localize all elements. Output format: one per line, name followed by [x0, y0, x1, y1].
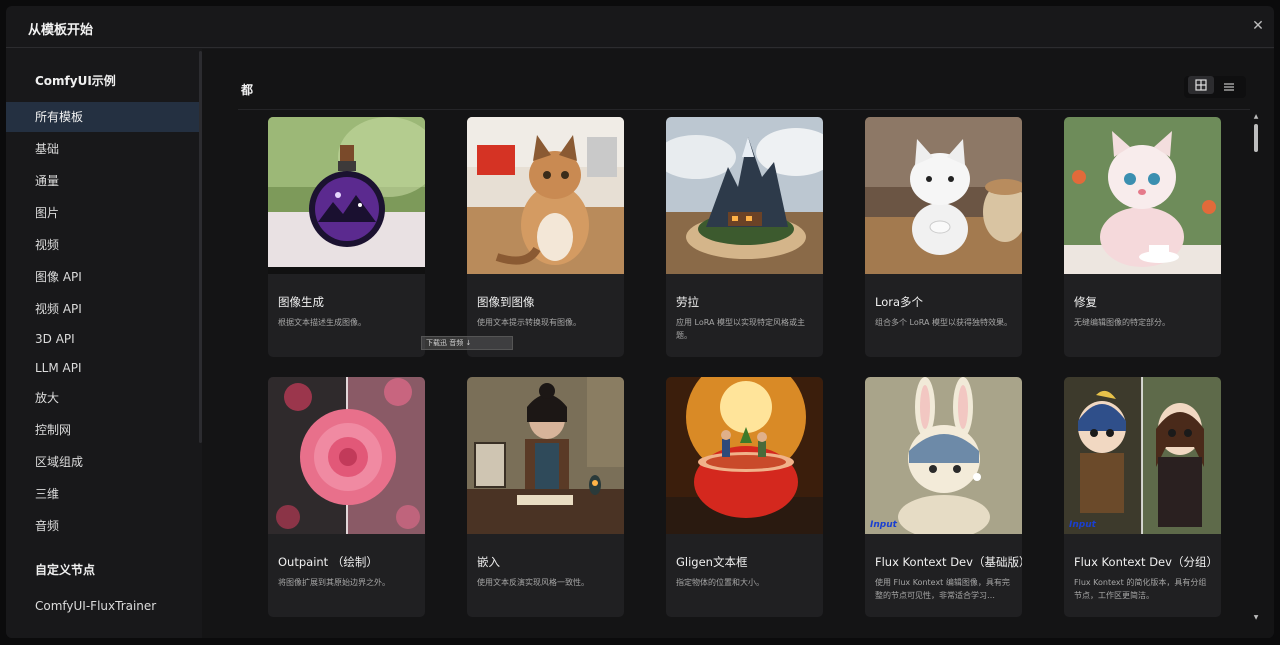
template-card-title: 劳拉 — [676, 295, 699, 309]
sidebar-section-examples: ComfyUI示例 — [35, 74, 116, 88]
template-card-description: 使用文本提示转换现有图像。 — [477, 318, 581, 327]
template-card[interactable]: 修复无缝编辑图像的特定部分。 — [1064, 117, 1221, 357]
template-card[interactable]: Input Flux Kontext Dev（分组） Flux Kontext 的简… — [1064, 377, 1221, 617]
watermark-overlay: 下载迅 音频 ↓ — [421, 336, 513, 350]
template-card-description: 组合多个 LoRA 模型以获得独特效果。 — [875, 318, 1013, 327]
template-card-title: 图像到图像 — [477, 295, 535, 309]
template-card-title: Flux Kontext Dev（基础版） — [875, 555, 1022, 569]
list-icon — [1224, 83, 1234, 91]
dialog-header: 从模板开始 ✕ — [6, 6, 1274, 48]
main-panel: 都 图像生成 根据文本描述生成图像。 图像到图像 使用文本提示转换现有图像。 劳拉 应用 … — [202, 49, 1274, 638]
category-title: 都 — [241, 83, 254, 97]
sidebar-item[interactable]: 图片 — [6, 198, 199, 228]
main-divider — [238, 109, 1250, 110]
template-thumbnail — [666, 117, 823, 274]
sidebar-item[interactable]: 放大 — [6, 383, 199, 413]
template-thumbnail — [268, 377, 425, 534]
main-scrollbar[interactable]: ▲ ▼ — [1252, 114, 1260, 622]
view-toggle — [1184, 76, 1246, 98]
template-thumbnail — [666, 377, 823, 534]
template-card-description: 使用文本反演实现风格一致性。 — [477, 578, 589, 587]
svg-text:Input: Input — [870, 520, 898, 530]
template-card-description: 无缝编辑图像的特定部分。 — [1074, 318, 1170, 327]
template-card[interactable]: 图像生成根据文本描述生成图像。 — [268, 117, 425, 357]
sidebar-item[interactable]: 区域组成 — [6, 447, 199, 477]
template-thumbnail — [467, 377, 624, 534]
scrollbar-thumb[interactable] — [1254, 124, 1258, 152]
sidebar-section-custom-nodes: 自定义节点 — [35, 563, 96, 577]
template-card-title: Lora多个 — [875, 295, 924, 309]
dialog-title: 从模板开始 — [28, 23, 94, 38]
template-card-description: 使用 Flux Kontext 编辑图像，具有完整的节点可见性，非常适合学习… — [875, 578, 1010, 600]
template-card-title: 图像生成 — [278, 295, 324, 309]
scroll-down-arrow-icon[interactable]: ▼ — [1252, 615, 1260, 621]
sidebar-item[interactable]: 通量 — [6, 166, 199, 196]
sidebar-item[interactable]: 音频 — [6, 511, 199, 541]
template-card-title: 修复 — [1074, 295, 1097, 309]
sidebar-item[interactable]: 三维 — [6, 479, 199, 509]
sidebar: ComfyUI示例 所有模板 基础 通量 图片 视频 图像 API 视频 API 3D API… — [6, 49, 202, 638]
svg-text:Input: Input — [1069, 520, 1097, 530]
template-thumbnail — [268, 117, 425, 274]
sidebar-item-comfyui-fluxtrainer[interactable]: ComfyUI-FluxTrainer — [6, 591, 199, 621]
grid-view-button[interactable] — [1188, 76, 1214, 94]
template-card-title: Flux Kontext Dev（分组） — [1074, 555, 1218, 569]
template-card-title: 嵌入 — [477, 555, 500, 569]
sidebar-item[interactable]: 所有模板 — [6, 102, 199, 132]
sidebar-item[interactable]: 控制网 — [6, 415, 199, 445]
template-card-description: 根据文本描述生成图像。 — [278, 318, 366, 327]
template-card-description: Flux Kontext 的简化版本，具有分组节点，工作区更简洁。 — [1074, 578, 1207, 600]
template-card-description: 应用 LoRA 模型以实现特定风格或主题。 — [676, 318, 806, 340]
template-card[interactable]: Gligen文本框指定物体的位置和大小。 — [666, 377, 823, 617]
template-card-description: 将图像扩展到其原始边界之外。 — [278, 578, 390, 587]
template-thumbnail — [467, 117, 624, 274]
template-card-title: Gligen文本框 — [676, 555, 748, 569]
template-card[interactable]: 劳拉应用 LoRA 模型以实现特定风格或主题。 — [666, 117, 823, 357]
template-thumbnail — [1064, 117, 1221, 274]
list-view-button[interactable] — [1216, 78, 1242, 96]
sidebar-item[interactable]: 视频 API — [6, 294, 199, 324]
grid-icon — [1195, 79, 1207, 91]
template-card[interactable]: 图像到图像使用文本提示转换现有图像。 — [467, 117, 624, 357]
template-card[interactable]: Lora多个组合多个 LoRA 模型以获得独特效果。 — [865, 117, 1022, 357]
template-thumbnail: Input — [865, 377, 1022, 534]
sidebar-item[interactable]: 基础 — [6, 134, 199, 164]
sidebar-item[interactable]: 视频 — [6, 230, 199, 260]
template-card-description: 指定物体的位置和大小。 — [676, 578, 764, 587]
template-card-title: Outpaint （绘制） — [278, 555, 378, 569]
sidebar-item[interactable]: LLM API — [6, 353, 199, 383]
template-thumbnail — [865, 117, 1022, 274]
scroll-up-arrow-icon[interactable]: ▲ — [1252, 114, 1260, 120]
template-dialog: 从模板开始 ✕ ComfyUI示例 所有模板 基础 通量 图片 视频 图像 API 视频 A… — [6, 6, 1274, 638]
template-card[interactable]: Input Flux Kontext Dev（基础版） 使用 Flux Kontex… — [865, 377, 1022, 617]
close-icon[interactable]: ✕ — [1250, 18, 1266, 34]
template-card[interactable]: Outpaint （绘制） 将图像扩展到其原始边界之外。 — [268, 377, 425, 617]
template-thumbnail: Input — [1064, 377, 1221, 534]
sidebar-item[interactable]: 图像 API — [6, 262, 199, 292]
template-card[interactable]: 嵌入使用文本反演实现风格一致性。 — [467, 377, 624, 617]
sidebar-item[interactable]: 3D API — [6, 324, 199, 354]
